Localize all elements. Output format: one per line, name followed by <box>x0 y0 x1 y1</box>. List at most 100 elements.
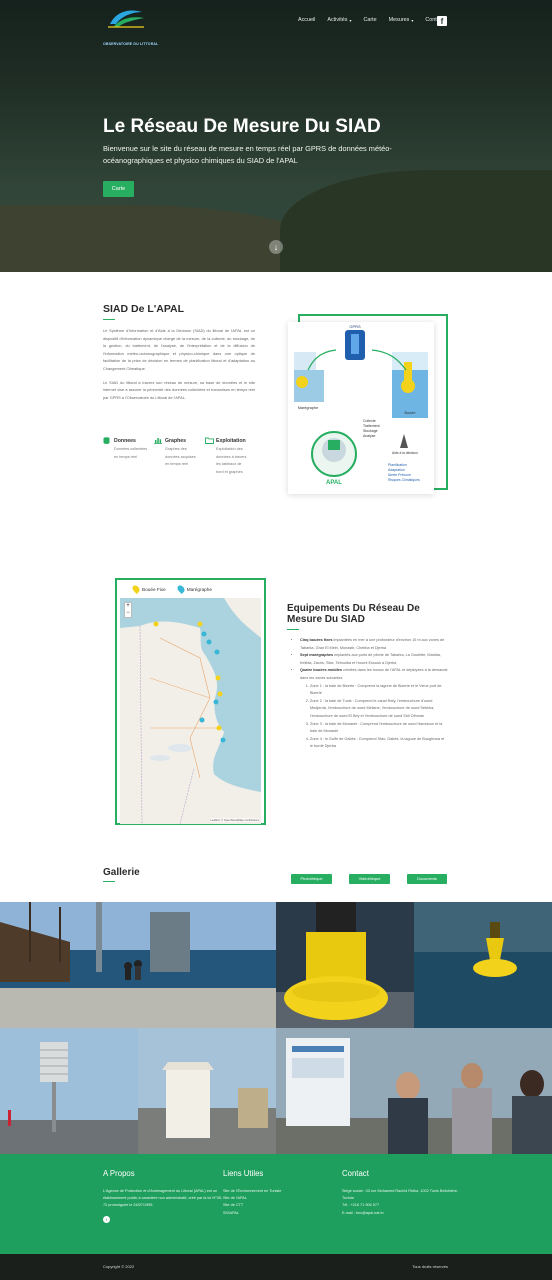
feature-graphes: Graphes Graphes des données acquises en … <box>154 437 204 476</box>
filter-videotheque-button[interactable]: Vidéothèque <box>349 874 390 884</box>
zone-item: Zone 4 : le Golfe de Gabès : Comprend Sf… <box>310 736 448 751</box>
equipements-list: Cinq bouées fixes implantées en mer à un… <box>296 637 448 751</box>
zone-item: Zone 2 : la baie de Tunis : Comprend le … <box>310 698 448 721</box>
hero-subtitle: Bienvenue sur le site du réseau de mesur… <box>103 144 392 165</box>
gallery-photo-weather-station[interactable] <box>0 1028 138 1154</box>
main-nav: Accueil Activités ▾ Carte Mesures ▾ Contac… <box>298 17 444 23</box>
contact-email[interactable]: E-mail : boc@apal.nat.tn <box>342 1210 462 1217</box>
diagram-bouee: Bouée <box>405 411 416 415</box>
feature-exploitation: Exploitation Exploitation des données à … <box>205 437 255 476</box>
siad-paragraph-1: Le Système d'Information et d'Aide à la … <box>103 328 255 371</box>
footer-links: Liens Utiles Site de l'Environnement en … <box>223 1169 343 1217</box>
gallery-photo-buoy-sea[interactable] <box>414 902 552 1028</box>
siad-diagram: GPRS Marégraphe Bouée Collecte Traitemen… <box>288 314 448 494</box>
footer-link[interactable]: Site de l'Environnement en Tunisie <box>223 1188 343 1195</box>
footer: A Propos L'Agence de Protection et d'Amé… <box>0 1154 552 1254</box>
equipements-title: Equipements Du Réseau De Mesure Du SIAD <box>287 603 437 630</box>
zoom-out-button[interactable]: − <box>125 610 131 617</box>
database-icon <box>103 437 111 444</box>
list-item: Quatre bouées mobiles crédées dans les l… <box>300 667 448 751</box>
feature-desc: Graphes des données acquises en temps ré… <box>165 447 196 467</box>
contact-address: Siège social : 03 rue Mohamed Rachid Rid… <box>342 1189 459 1201</box>
diagram-flow-1: Collecte <box>363 419 376 423</box>
carte-button[interactable]: Carte <box>103 181 134 197</box>
nav-activites[interactable]: Activités ▾ <box>327 17 351 23</box>
legend-label: Bouée Fixe <box>142 586 166 592</box>
logo-tagline: OBSERVATOIRE DU LITTORAL <box>103 42 159 46</box>
feature-desc: Données collectées en temps réel <box>114 447 148 459</box>
gallery-grid <box>0 902 552 1154</box>
map-tiles <box>120 598 261 824</box>
zone-item: Zone 1 : la baie de Bizerte : Comprend l… <box>310 683 448 698</box>
legend-bouee-fixe: Bouée Fixe <box>131 584 166 594</box>
diagram-outcome-1: Planification <box>388 463 407 467</box>
diagram-gprs: GPRS <box>349 324 361 329</box>
gallery-photo-buoy-dock[interactable] <box>276 902 414 1028</box>
site-logo[interactable]: OBSERVATOIRE DU LITTORAL <box>103 6 158 46</box>
map-pin-icon <box>175 584 186 594</box>
item-strong: Sept marégraphes <box>300 653 334 658</box>
footer-link[interactable]: SIGAPAL <box>223 1210 343 1217</box>
diagram-flow-2: Traitement <box>363 424 380 428</box>
nav-carte[interactable]: Carte <box>363 17 376 23</box>
chevron-down-icon: ▾ <box>411 17 414 23</box>
list-item: Sept marégraphes implantés aux ports de … <box>300 652 448 667</box>
zoom-in-button[interactable]: + <box>125 603 131 610</box>
footer-contact-title: Contact <box>342 1169 369 1178</box>
map-pin-icon <box>131 584 141 594</box>
feature-title: Graphes <box>165 437 187 444</box>
hero-title: Le Réseau De Mesure Du SIAD <box>103 116 381 137</box>
facebook-icon[interactable]: f <box>437 16 447 26</box>
nav-label: Mesures <box>388 17 410 23</box>
gallery-photo-presentation[interactable] <box>276 1028 552 1154</box>
map-zoom-control[interactable]: + − <box>124 602 132 618</box>
diagram-illustration: GPRS Marégraphe Bouée Collecte Traitemen… <box>288 322 434 494</box>
feature-desc: Exploitation des données à travers les t… <box>216 447 247 474</box>
item-strong: Quatre bouées mobiles <box>300 668 342 673</box>
arrow-down-icon[interactable]: ↓ <box>269 240 283 254</box>
filter-phototheque-button[interactable]: Photothèque <box>291 874 332 884</box>
diagram-card: GPRS Marégraphe Bouée Collecte Traitemen… <box>288 322 434 494</box>
legend-maregraphe: Marégraphe <box>175 584 212 594</box>
footer-link[interactable]: Site de l'APAL <box>223 1195 343 1202</box>
siad-features: Donnees Données collectées en temps réel… <box>103 437 255 476</box>
footer-links-title: Liens Utiles <box>223 1169 264 1178</box>
diagram-center: APAL <box>326 480 342 486</box>
diagram-flow-3: Stockage <box>363 429 378 433</box>
hero-section: OBSERVATOIRE DU LITTORAL Accueil Activit… <box>0 0 552 272</box>
copyright: Copyright © 2022 <box>103 1264 135 1269</box>
map-card: Bouée Fixe Marégraphe + − Leaflet | © Op… <box>115 578 266 825</box>
nav-label: Accueil <box>298 17 316 23</box>
filter-documents-button[interactable]: Documents <box>407 874 447 884</box>
map-legend: Bouée Fixe Marégraphe <box>117 580 264 598</box>
siad-title: SIAD De L'APAL <box>103 303 185 320</box>
feature-donnees: Donnees Données collectées en temps réel <box>103 437 153 476</box>
siad-paragraph-2: Le SIAD du littoral a travers son réseau… <box>103 379 255 400</box>
diagram-outcome-2: Adaptation <box>388 468 405 472</box>
map-attribution[interactable]: Leaflet | © OpenStreetMap contributors <box>210 818 259 822</box>
rights-reserved: Tous droits réservés <box>412 1264 448 1269</box>
diagram-flow-4: Analyse <box>363 434 376 438</box>
nav-accueil[interactable]: Accueil <box>298 17 315 23</box>
legend-label: Marégraphe <box>186 586 212 592</box>
diagram-decision: Aide à la décision <box>392 451 418 455</box>
footer-link[interactable]: Site de CTT <box>223 1202 343 1209</box>
footer-about: A Propos L'Agence de Protection et d'Amé… <box>103 1169 223 1223</box>
chevron-down-icon: ▾ <box>349 17 352 23</box>
siad-description: Le Système d'Information et d'Aide à la … <box>103 327 255 401</box>
gallery-photo-harbour[interactable] <box>0 902 276 1028</box>
zone-item: Zone 3 : la baie de Monastir : Comprend … <box>310 721 448 736</box>
nav-mesures[interactable]: Mesures ▾ <box>389 17 414 23</box>
footer-contact: Contact Siège social : 03 rue Mohamed Ra… <box>342 1169 462 1217</box>
facebook-icon[interactable]: f <box>103 1215 110 1223</box>
gallery-photo-shelter[interactable] <box>138 1028 276 1154</box>
gallery-title: Gallerie <box>103 867 140 882</box>
list-item: Cinq bouées fixes implantées en mer à un… <box>300 637 448 652</box>
bottom-bar: Copyright © 2022 Tous droits réservés <box>0 1254 552 1280</box>
nav-label: Activités <box>327 17 348 23</box>
diagram-maregraphe: Marégraphe <box>298 406 318 410</box>
feature-title: Donnees <box>114 437 136 444</box>
diagram-outcome-4: Risques Climatiques <box>388 478 420 482</box>
leaflet-map[interactable]: + − Leaflet | © OpenStreetMap contributo… <box>120 598 261 824</box>
bar-chart-icon <box>154 437 162 444</box>
